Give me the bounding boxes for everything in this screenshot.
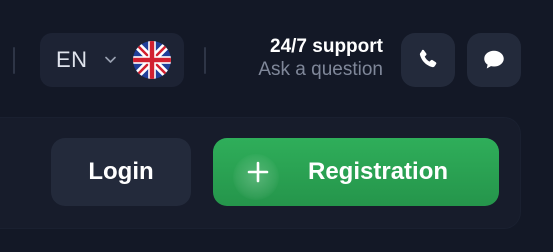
login-button[interactable]: Login — [51, 138, 191, 206]
header-divider — [204, 47, 206, 74]
uk-flag-icon — [133, 41, 171, 79]
registration-label: Registration — [308, 158, 449, 185]
support-subtitle: Ask a question — [258, 59, 383, 80]
language-selector[interactable]: EN — [40, 33, 184, 87]
registration-button[interactable]: Registration — [213, 138, 499, 206]
chat-button[interactable] — [467, 33, 521, 87]
support-info: 24/7 support Ask a question — [228, 36, 383, 82]
chevron-down-icon — [105, 56, 116, 63]
support-title: 24/7 support — [270, 36, 383, 57]
chat-bubble-icon — [484, 50, 504, 69]
plus-icon — [247, 161, 269, 183]
phone-button[interactable] — [401, 33, 455, 87]
language-code: EN — [56, 47, 88, 72]
header-divider — [13, 47, 15, 74]
phone-icon — [419, 49, 437, 68]
